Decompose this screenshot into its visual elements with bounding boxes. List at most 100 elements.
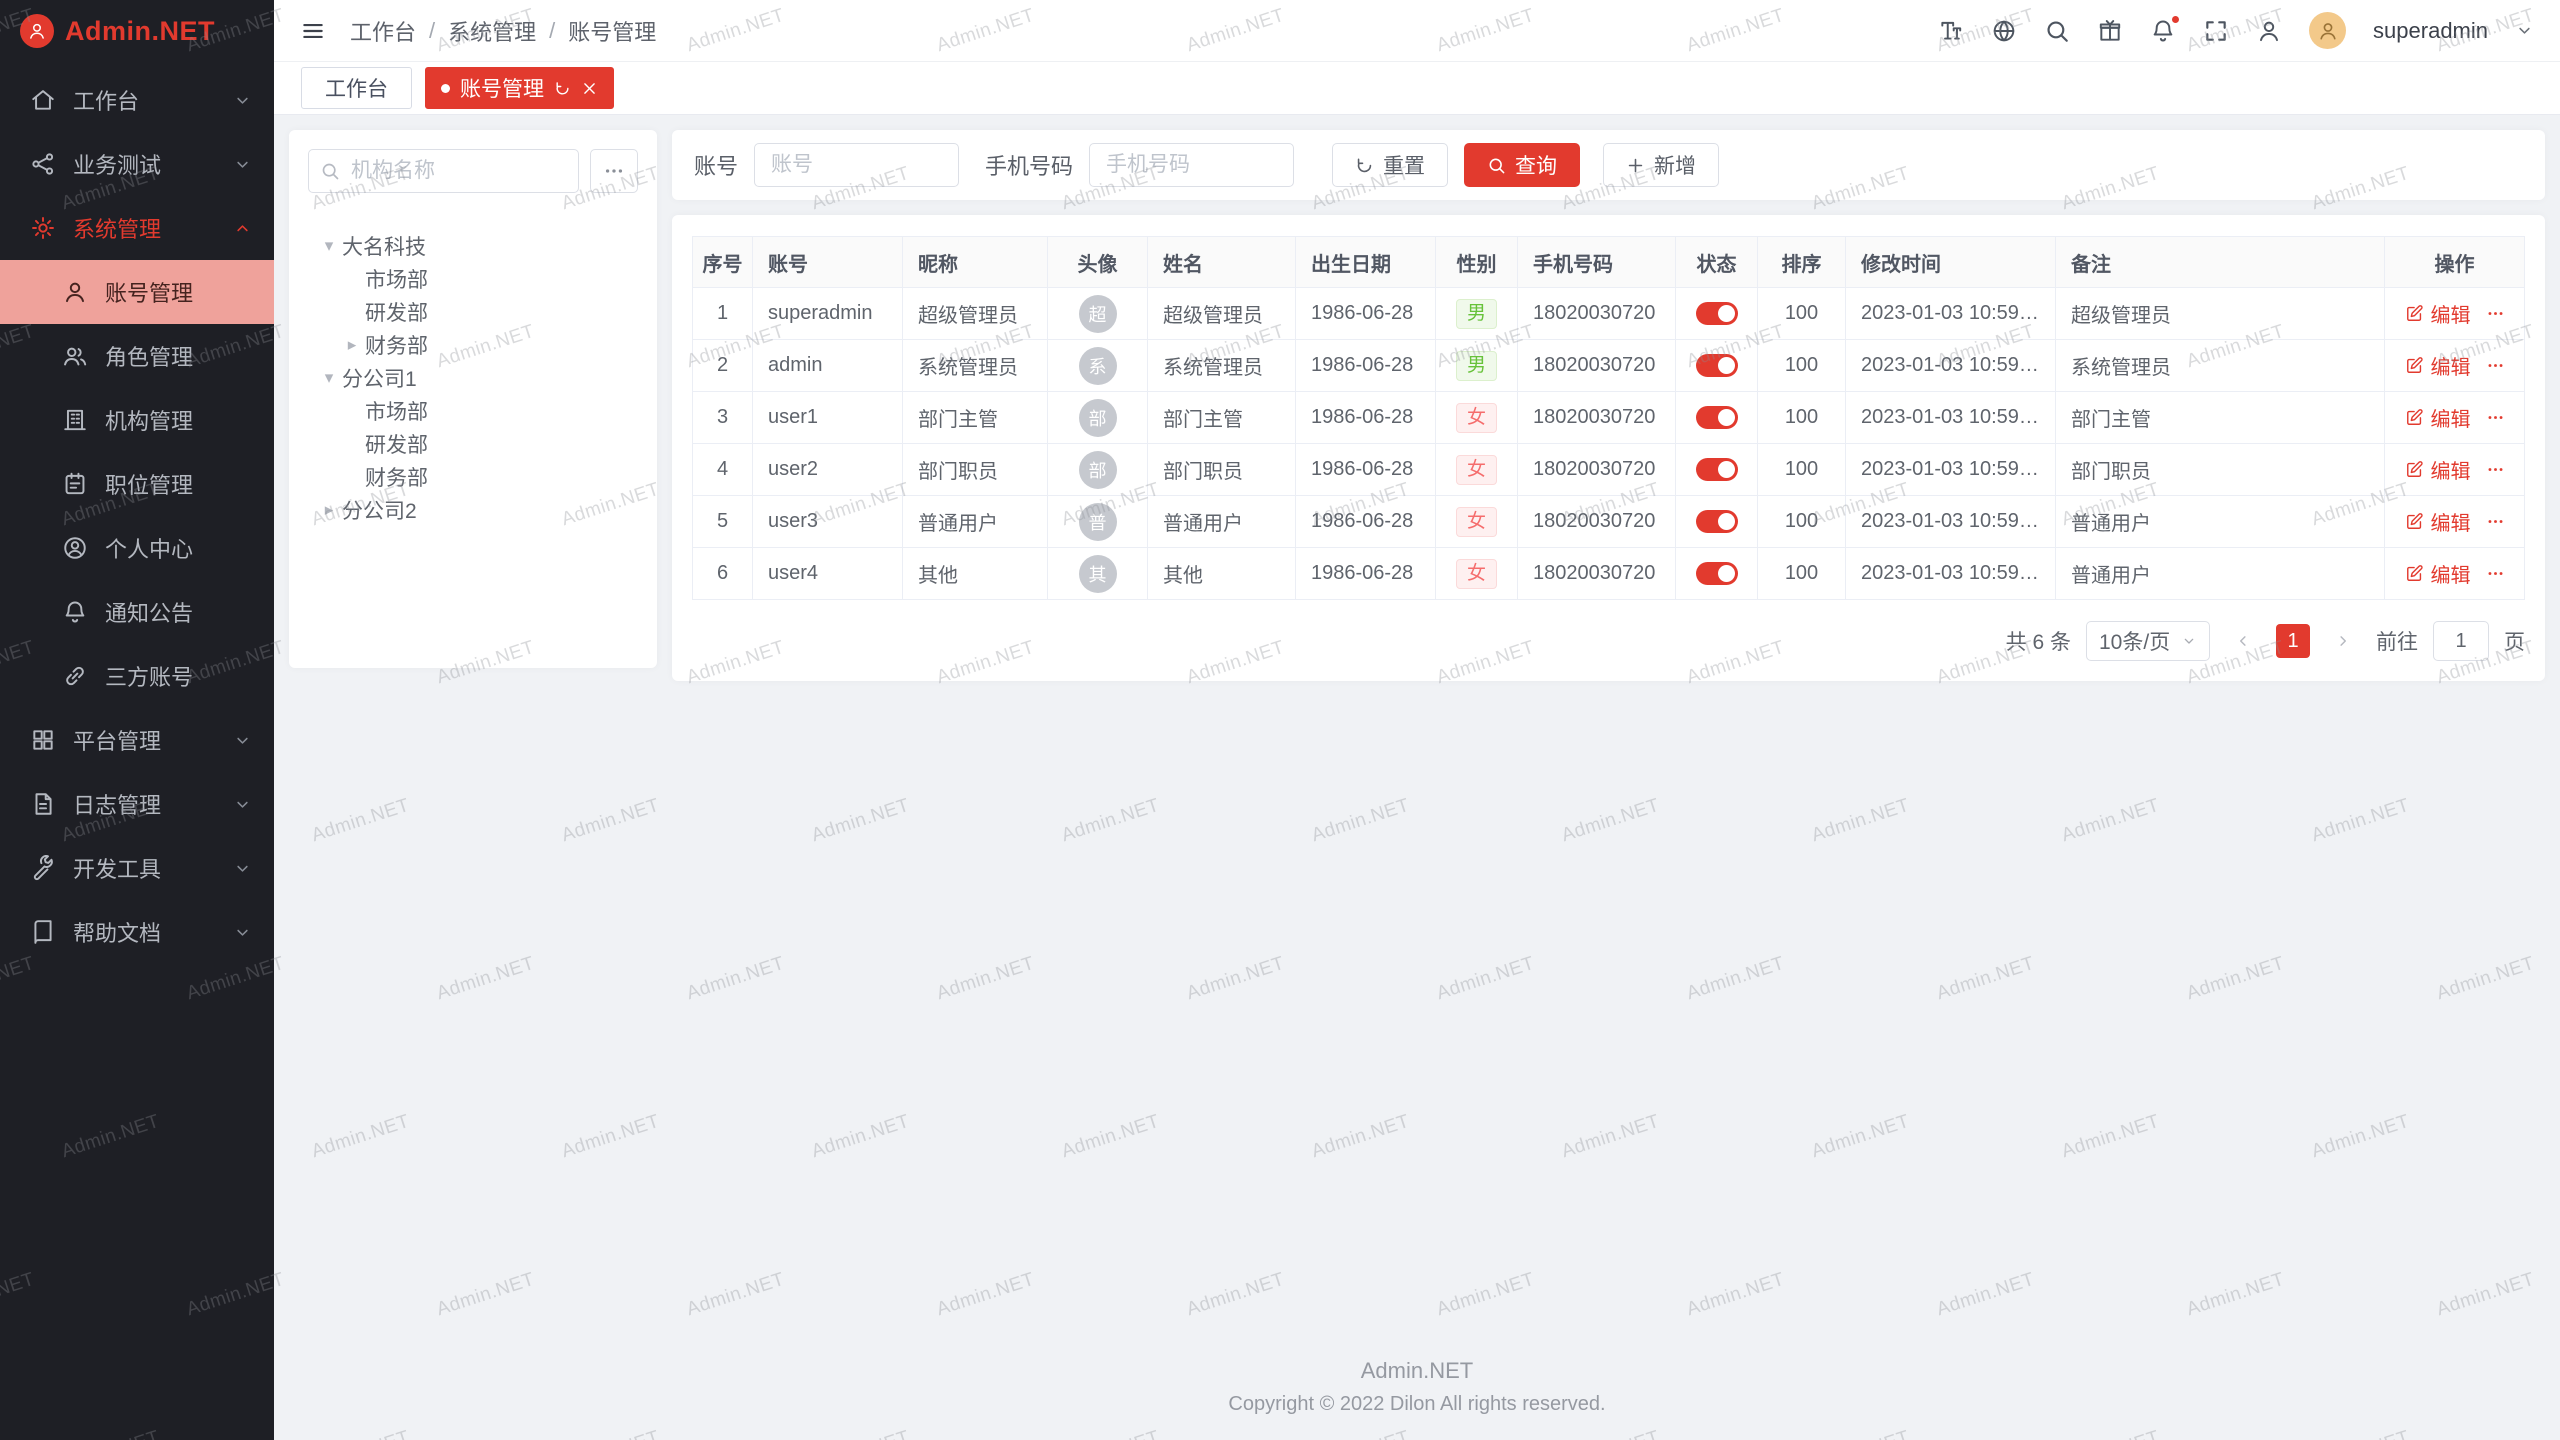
id-badge-icon [62, 471, 88, 497]
footer-copyright: Copyright © 2022 Dilon All rights reserv… [274, 1393, 2560, 1416]
sidebar-item-role-management[interactable]: 角色管理 [0, 324, 274, 388]
more-actions-icon[interactable] [2486, 564, 2505, 583]
status-toggle[interactable] [1696, 562, 1738, 585]
sidebar-item-org-management[interactable]: 机构管理 [0, 388, 274, 452]
sidebar-item-system-management[interactable]: 系统管理 [0, 196, 274, 260]
tree-node-leaf[interactable]: 研发部 [308, 295, 638, 328]
edit-button[interactable]: 编辑 [2405, 403, 2471, 432]
theme-gift-icon[interactable] [2097, 18, 2123, 44]
sidebar-item-third-party-account[interactable]: 三方账号 [0, 644, 274, 708]
status-toggle[interactable] [1696, 406, 1738, 429]
font-size-icon[interactable] [1938, 18, 1964, 44]
sidebar-item-help-docs[interactable]: 帮助文档 [0, 900, 274, 964]
tab-account-management[interactable]: 账号管理 [425, 67, 614, 109]
phone-input[interactable] [1089, 143, 1294, 187]
search-icon[interactable] [2044, 18, 2070, 44]
search-button[interactable]: 查询 [1464, 143, 1580, 187]
tab-bar: 工作台 账号管理 [274, 62, 2560, 115]
sidebar-item-workbench[interactable]: 工作台 [0, 68, 274, 132]
table-row: 3 user1 部门主管 部 部门主管 1986-06-28 女 1802003… [693, 392, 2525, 444]
active-tab-dot [441, 84, 450, 93]
caret-expanded-icon[interactable]: ▾ [316, 368, 342, 388]
avatar[interactable] [2309, 12, 2346, 49]
sex-badge: 女 [1456, 403, 1497, 433]
status-toggle[interactable] [1696, 510, 1738, 533]
caret-expanded-icon[interactable]: ▾ [316, 236, 342, 256]
caret-collapsed-icon[interactable]: ▸ [339, 335, 365, 355]
chevron-down-icon [233, 155, 252, 174]
goto-page-input[interactable] [2433, 621, 2489, 661]
refresh-tab-icon[interactable] [554, 80, 571, 97]
caret-collapsed-icon[interactable]: ▸ [316, 500, 342, 520]
close-tab-icon[interactable] [581, 80, 598, 97]
chevron-down-icon [233, 859, 252, 878]
logo-text: Admin.NET [65, 16, 215, 47]
tree-node-collapsed[interactable]: ▸ 分公司2 [308, 493, 638, 526]
tab-workbench[interactable]: 工作台 [301, 67, 412, 109]
breadcrumb-separator: / [549, 18, 555, 44]
sex-badge: 男 [1456, 351, 1497, 381]
reset-button[interactable]: 重置 [1332, 143, 1448, 187]
hamburger-menu-icon[interactable] [300, 18, 326, 44]
username[interactable]: superadmin [2373, 18, 2488, 44]
fullscreen-icon[interactable] [2203, 18, 2229, 44]
tree-node-leaf[interactable]: 研发部 [308, 427, 638, 460]
edit-button[interactable]: 编辑 [2405, 299, 2471, 328]
breadcrumb-item[interactable]: 工作台 [350, 15, 416, 47]
edit-icon [2405, 460, 2424, 479]
tree-node-root[interactable]: ▾ 分公司1 [308, 361, 638, 394]
tree-node-leaf[interactable]: 市场部 [308, 394, 638, 427]
prev-page-button[interactable] [2225, 623, 2261, 659]
logo[interactable]: Admin.NET [0, 0, 274, 62]
profile-icon[interactable] [2256, 18, 2282, 44]
org-name-search-input[interactable] [308, 149, 579, 193]
chevron-down-icon[interactable] [2515, 21, 2534, 40]
notification-badge-dot [2170, 14, 2181, 25]
tree-node-root[interactable]: ▾ 大名科技 [308, 229, 638, 262]
sidebar-item-platform-management[interactable]: 平台管理 [0, 708, 274, 772]
edit-button[interactable]: 编辑 [2405, 507, 2471, 536]
share-nodes-icon [30, 151, 56, 177]
breadcrumb-item[interactable]: 系统管理 [448, 15, 536, 47]
status-toggle[interactable] [1696, 458, 1738, 481]
edit-icon [2405, 408, 2424, 427]
org-tree: ▾ 大名科技 市场部 研发部 ▸ 财务部 [308, 229, 638, 526]
next-page-button[interactable] [2325, 623, 2361, 659]
more-actions-icon[interactable] [2486, 460, 2505, 479]
page-footer: Admin.NET Copyright © 2022 Dilon All rig… [274, 1348, 2560, 1440]
chevron-down-icon [2181, 633, 2197, 649]
tree-node-collapsed[interactable]: ▸ 财务部 [308, 328, 638, 361]
edit-button[interactable]: 编辑 [2405, 351, 2471, 380]
tree-node-leaf[interactable]: 财务部 [308, 460, 638, 493]
sidebar-item-personal-center[interactable]: 个人中心 [0, 516, 274, 580]
account-input[interactable] [754, 143, 959, 187]
chevron-up-icon [233, 219, 252, 238]
notification-bell-icon[interactable] [2150, 18, 2176, 44]
refresh-icon [1355, 156, 1374, 175]
org-more-button[interactable] [590, 149, 638, 193]
more-actions-icon[interactable] [2486, 408, 2505, 427]
sidebar-item-log-management[interactable]: 日志管理 [0, 772, 274, 836]
accounts-table-card: 序号 账号 昵称 头像 姓名 出生日期 性别 手机号码 状态 排序 修改时间 [672, 215, 2545, 681]
more-actions-icon[interactable] [2486, 304, 2505, 323]
more-actions-icon[interactable] [2486, 356, 2505, 375]
language-icon[interactable] [1991, 18, 2017, 44]
page-size-select[interactable]: 10条/页 [2086, 621, 2210, 661]
add-button[interactable]: 新增 [1603, 143, 1719, 187]
edit-button[interactable]: 编辑 [2405, 559, 2471, 588]
wrench-icon [30, 855, 56, 881]
edit-button[interactable]: 编辑 [2405, 455, 2471, 484]
sidebar-item-dev-tools[interactable]: 开发工具 [0, 836, 274, 900]
status-toggle[interactable] [1696, 354, 1738, 377]
sidebar-item-business-test[interactable]: 业务测试 [0, 132, 274, 196]
sidebar-item-notice[interactable]: 通知公告 [0, 580, 274, 644]
search-icon [1487, 156, 1506, 175]
page-number-current[interactable]: 1 [2276, 624, 2310, 658]
more-actions-icon[interactable] [2486, 512, 2505, 531]
sidebar-item-position-management[interactable]: 职位管理 [0, 452, 274, 516]
sidebar-item-account-management[interactable]: 账号管理 [0, 260, 274, 324]
tree-node-leaf[interactable]: 市场部 [308, 262, 638, 295]
status-toggle[interactable] [1696, 302, 1738, 325]
avatar: 普 [1079, 503, 1117, 541]
query-bar: 账号 手机号码 重置 查询 新增 [672, 130, 2545, 200]
